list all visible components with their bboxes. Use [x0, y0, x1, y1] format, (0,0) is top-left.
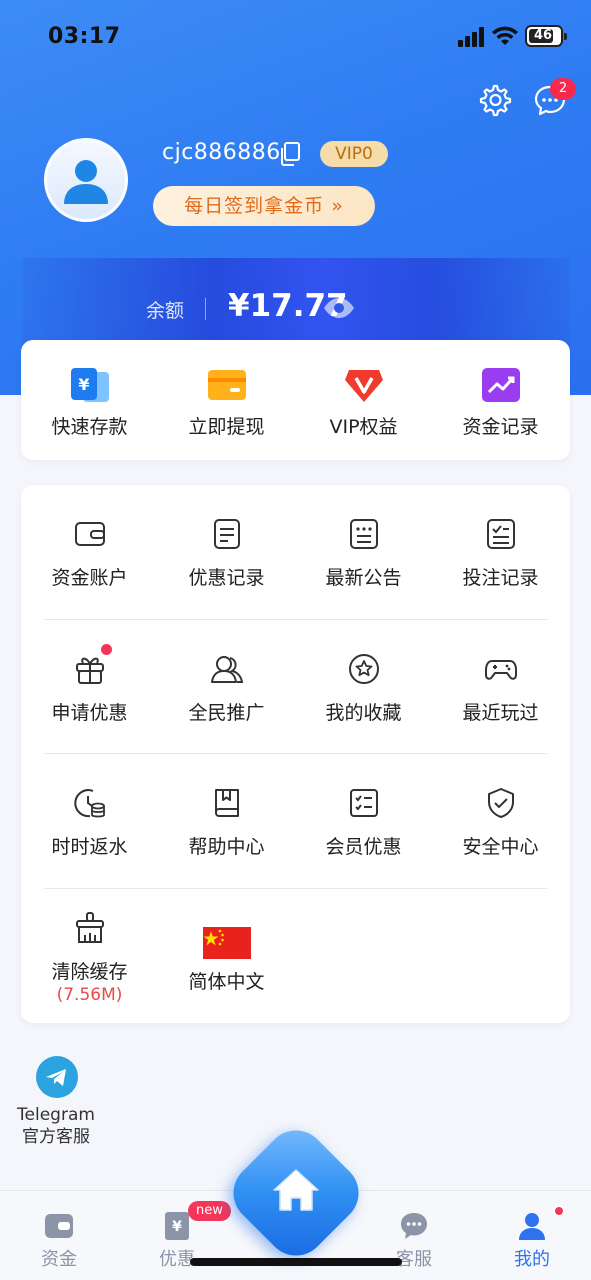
- new-badge: new: [188, 1201, 231, 1221]
- notification-dot: [553, 1205, 565, 1217]
- broom-icon: [76, 912, 104, 943]
- menu-label: 清除缓存: [51, 961, 128, 983]
- menu-label: 最新公告: [325, 567, 402, 589]
- quick-vip-label: VIP权益: [329, 416, 398, 438]
- menu-promo-records[interactable]: 优惠记录: [158, 485, 295, 619]
- quick-deposit-label: 快速存款: [51, 416, 128, 438]
- menu-label: 会员优惠: [325, 836, 402, 858]
- notice-icon: [350, 519, 378, 549]
- nav-label: 资金: [41, 1249, 77, 1270]
- copy-icon[interactable]: [278, 141, 302, 167]
- signal-icon: [458, 27, 484, 47]
- nav-promos[interactable]: ¥ new 优惠: [118, 1191, 236, 1280]
- status-bar: 03:17 46: [0, 0, 591, 74]
- shield-icon: [488, 788, 514, 818]
- svg-text:¥: ¥: [172, 1219, 182, 1235]
- gear-icon: [479, 84, 512, 117]
- menu-label: 安全中心: [462, 836, 539, 858]
- ticket-icon: ¥: [165, 1212, 189, 1240]
- nav-customer-service[interactable]: 客服: [355, 1191, 473, 1280]
- quick-withdraw-label: 立即提现: [188, 416, 265, 438]
- vip-icon: [345, 370, 383, 402]
- menu-language[interactable]: 简体中文: [158, 889, 295, 1023]
- quick-vip[interactable]: VIP权益: [295, 340, 432, 460]
- menu-label: 最近玩过: [462, 702, 539, 724]
- menu-rebate[interactable]: 时时返水: [21, 754, 158, 888]
- cache-size: (7.56M): [56, 985, 123, 1005]
- chat-bubble-icon: [401, 1213, 427, 1239]
- menu-label: 时时返水: [51, 836, 128, 858]
- gift-icon: [76, 657, 104, 684]
- avatar[interactable]: [44, 138, 128, 222]
- withdraw-icon: [208, 370, 246, 400]
- menu-clear-cache[interactable]: 清除缓存 (7.56M): [21, 889, 158, 1023]
- user-avatar-icon: [64, 160, 108, 204]
- menu-announcements[interactable]: 最新公告: [295, 485, 432, 619]
- eye-icon[interactable]: [322, 295, 356, 321]
- vip-level-badge: VIP0: [320, 141, 388, 167]
- document-icon: [214, 519, 240, 549]
- menu-card: 资金账户 优惠记录 最新公告 投注记录 申请优惠 全民推广 我的收藏 最近玩过 …: [21, 485, 570, 1023]
- status-time: 03:17: [48, 24, 121, 49]
- menu-label: 帮助中心: [188, 836, 265, 858]
- nav-label: 我的: [514, 1249, 550, 1270]
- list-check-icon: [350, 789, 378, 817]
- users-icon: [211, 656, 244, 683]
- balance-divider: [205, 298, 206, 320]
- chart-icon: [482, 368, 520, 402]
- quick-actions-card: ¥ 快速存款 立即提现 VIP权益 资金记录: [21, 340, 570, 460]
- home-icon: [273, 1169, 319, 1211]
- menu-recently-played[interactable]: 最近玩过: [432, 620, 569, 754]
- menu-label: 我的收藏: [325, 702, 402, 724]
- wifi-icon: [492, 26, 518, 45]
- nav-me[interactable]: 我的: [473, 1191, 591, 1280]
- battery-level: 46: [533, 28, 553, 43]
- telegram-icon: [36, 1056, 78, 1098]
- checklist-icon: [487, 519, 515, 549]
- home-indicator: [190, 1258, 402, 1266]
- menu-help-center[interactable]: 帮助中心: [158, 754, 295, 888]
- menu-apply-promo[interactable]: 申请优惠: [21, 620, 158, 754]
- book-icon: [215, 789, 239, 817]
- gamepad-icon: [485, 660, 517, 680]
- quick-withdraw[interactable]: 立即提现: [158, 340, 295, 460]
- svg-text:¥: ¥: [78, 375, 89, 394]
- menu-label: 简体中文: [188, 971, 265, 993]
- user-icon: [519, 1213, 545, 1240]
- deposit-icon: ¥: [71, 368, 109, 402]
- quick-fund-records-label: 资金记录: [462, 416, 539, 438]
- menu-member-offers[interactable]: 会员优惠: [295, 754, 432, 888]
- telegram-sublabel: 官方客服: [22, 1127, 90, 1147]
- battery-icon: 46: [525, 25, 567, 47]
- menu-bet-records[interactable]: 投注记录: [432, 485, 569, 619]
- flag-icon: [203, 927, 251, 959]
- menu-favorites[interactable]: 我的收藏: [295, 620, 432, 754]
- quick-fund-records[interactable]: 资金记录: [432, 340, 569, 460]
- wallet-icon: [75, 522, 105, 546]
- menu-label: 全民推广: [188, 702, 265, 724]
- menu-fund-account[interactable]: 资金账户: [21, 485, 158, 619]
- menu-label: 申请优惠: [51, 702, 128, 724]
- username: cjc886886: [162, 140, 281, 165]
- menu-label: 资金账户: [51, 567, 128, 589]
- rebate-icon: [74, 789, 105, 818]
- menu-security-center[interactable]: 安全中心: [432, 754, 569, 888]
- telegram-label: Telegram: [17, 1105, 95, 1125]
- notification-dot: [101, 644, 112, 655]
- settings-button[interactable]: [474, 80, 514, 120]
- daily-signin-button[interactable]: 每日签到拿金币 »: [153, 186, 375, 226]
- wallet-icon: [45, 1214, 73, 1238]
- message-count-badge: 2: [550, 78, 576, 100]
- menu-label: 投注记录: [462, 567, 539, 589]
- quick-deposit[interactable]: ¥ 快速存款: [21, 340, 158, 460]
- menu-referral[interactable]: 全民推广: [158, 620, 295, 754]
- balance-label: 余额: [146, 300, 185, 322]
- star-icon: [349, 654, 379, 684]
- nav-funds[interactable]: 资金: [0, 1191, 118, 1280]
- menu-label: 优惠记录: [188, 567, 265, 589]
